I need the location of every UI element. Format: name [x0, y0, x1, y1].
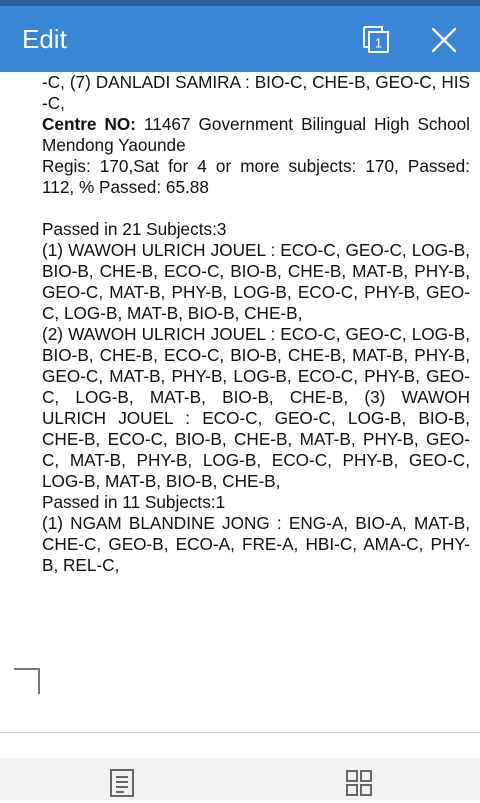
bottom-divider: [0, 732, 480, 733]
pages-icon: 1: [363, 26, 389, 53]
bottom-toolbar: [0, 758, 480, 800]
document-content[interactable]: -C, (7) DANLADI SAMIRA : BIO-C, CHE-B, G…: [42, 72, 470, 576]
outline-icon: [110, 769, 134, 797]
student-entry-2: (2) WAWOH ULRICH JOUEL : ECO-C, GEO-C, L…: [42, 324, 470, 491]
outline-button[interactable]: [108, 768, 136, 798]
doc-line-continuation: -C, (7) DANLADI SAMIRA : BIO-C, CHE-B, G…: [42, 72, 470, 113]
app-bar-title: Edit: [22, 24, 67, 54]
close-button[interactable]: [424, 20, 464, 60]
pages-button[interactable]: 1: [356, 20, 396, 60]
app-bar: Edit 1: [0, 6, 480, 72]
centre-info: Centre NO: 11467 Government Bilingual Hi…: [42, 114, 470, 156]
page-corner-marker: [14, 668, 40, 694]
passed-11-header: Passed in 11 Subjects:1: [42, 492, 226, 512]
student-entry-1: (1) WAWOH ULRICH JOUEL : ECO-C, GEO-C, L…: [42, 240, 470, 323]
page-count-badge: 1: [375, 36, 382, 51]
centre-label: Centre NO:: [42, 114, 136, 134]
student-entry-3: (1) NGAM BLANDINE JONG : ENG-A, BIO-A, M…: [42, 513, 470, 575]
grid-icon: [346, 770, 372, 796]
grid-view-button[interactable]: [344, 768, 374, 798]
registration-stats: Regis: 170,Sat for 4 or more subjects: 1…: [42, 156, 470, 197]
passed-21-header: Passed in 21 Subjects:3: [42, 219, 227, 239]
close-icon: [431, 27, 457, 53]
